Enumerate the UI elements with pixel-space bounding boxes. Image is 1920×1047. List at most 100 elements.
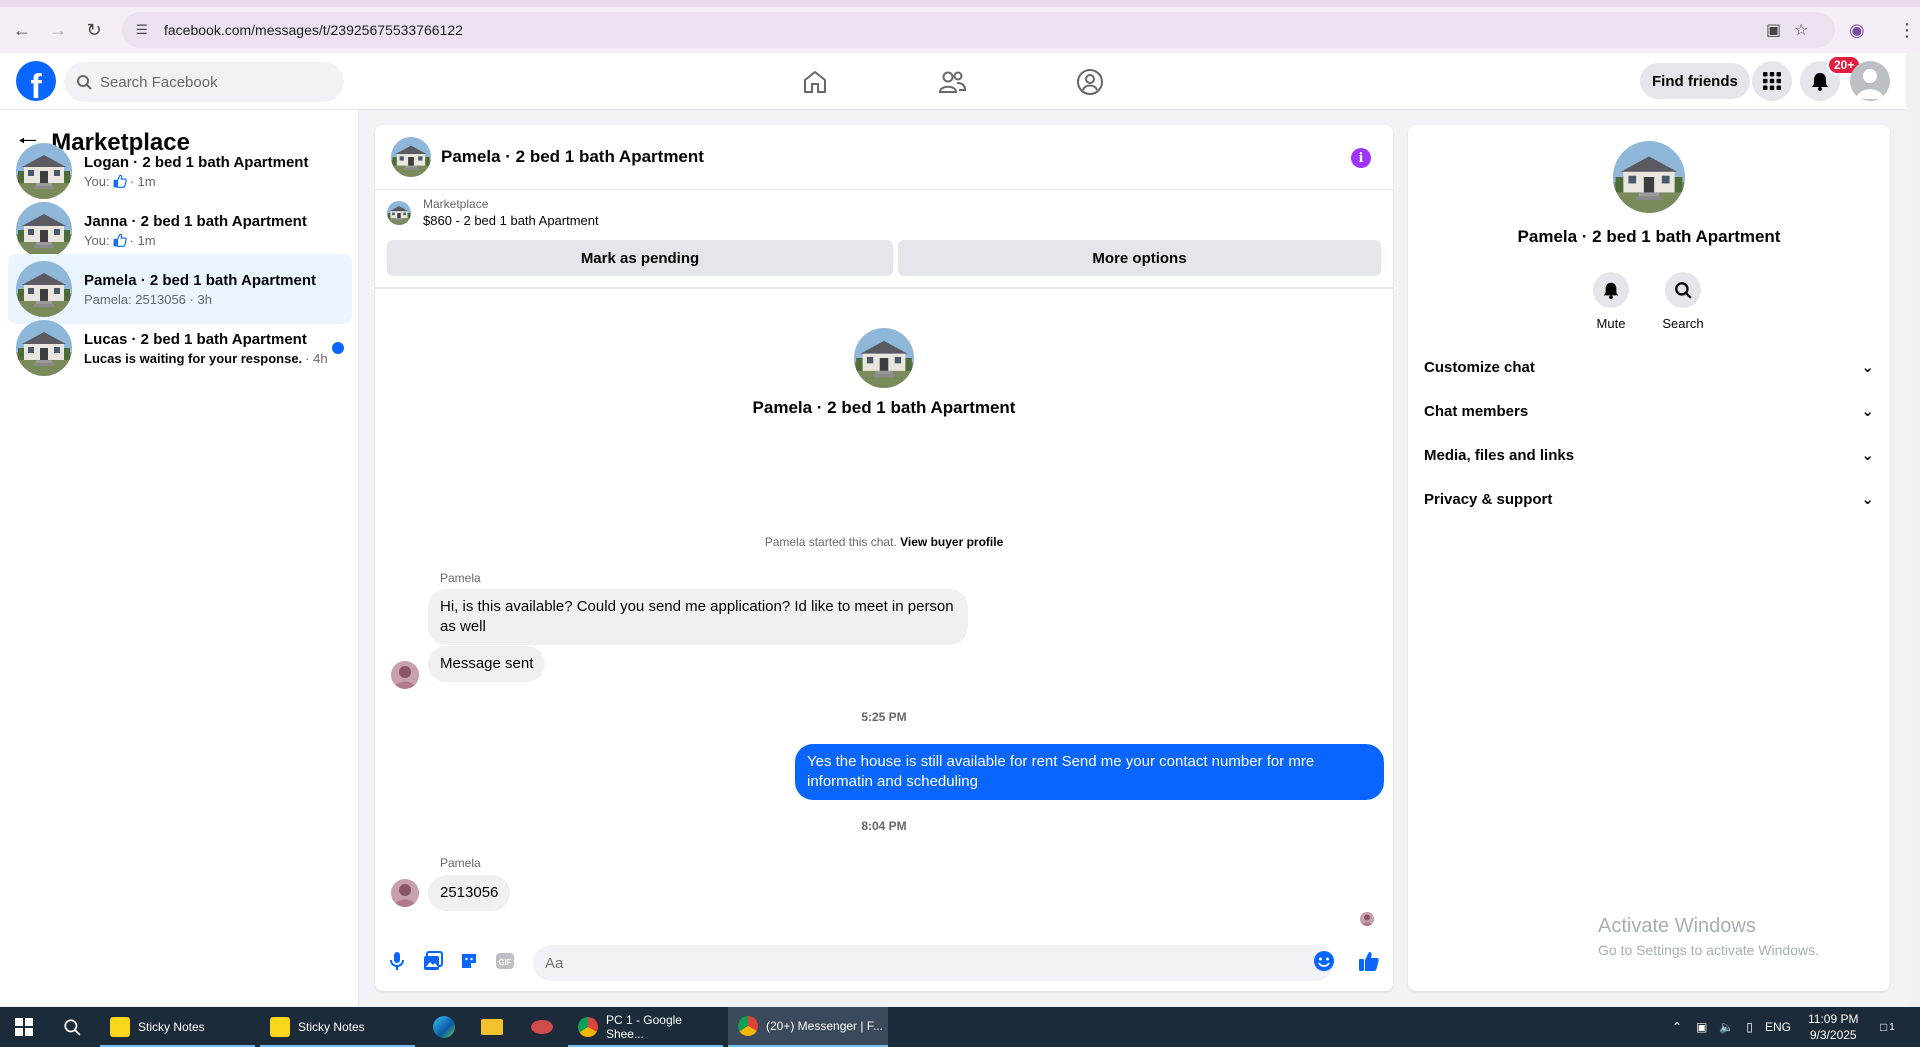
accordion-media-files[interactable]: Media, files and links ⌄ [1424,433,1874,477]
microphone-icon[interactable] [385,949,409,973]
my-message-bubble[interactable]: Yes the house is still available for ren… [795,744,1384,800]
volume-icon[interactable]: 🔈 [1719,1020,1734,1034]
activate-windows-watermark: Activate Windows Go to Settings to activ… [1598,915,1819,958]
listing-label: Marketplace [423,197,489,211]
address-bar[interactable]: ☰ facebook.com/messages/t/23925675533766… [122,12,1835,48]
conversation-text: Logan · 2 bed 1 bath Apartment You: · 1m [84,154,308,189]
conversation-preview: You: · 1m [84,233,307,248]
accordion-customize-chat[interactable]: Customize chat ⌄ [1424,345,1874,389]
preview-time: · 1m [129,232,156,248]
sticky-notes-icon [270,1017,290,1037]
page-scrollbar[interactable] [1906,53,1920,1007]
taskbar-chrome-sheets[interactable]: PC 1 - Google Shee... [568,1007,723,1047]
home-nav[interactable] [785,53,845,110]
mute-action[interactable]: Mute [1581,272,1641,331]
profile-icon[interactable]: ◉ [1849,20,1865,41]
conversation-thumbnail [16,261,72,317]
taskbar-chrome-messenger[interactable]: (20+) Messenger | F... [728,1007,888,1047]
listing-thumbnail[interactable] [391,137,431,177]
accordion-label: Privacy & support [1424,490,1553,508]
conversation-thumbnail [16,202,72,258]
menu-button[interactable] [1752,61,1792,101]
find-friends-button[interactable]: Find friends [1640,63,1750,99]
account-avatar[interactable] [1850,61,1890,101]
mark-as-pending-button[interactable]: Mark as pending [387,240,893,276]
friends-nav[interactable] [922,53,982,110]
message-input[interactable] [545,954,1285,972]
site-settings-icon[interactable]: ☰ [132,20,152,40]
bookmark-star-icon[interactable]: ☆ [1794,20,1808,40]
mute-button[interactable] [1593,272,1629,308]
taskbar-sticky-notes-1[interactable]: Sticky Notes [100,1007,255,1047]
preview-prefix: You: [84,232,110,248]
preview-text: Pamela: 2513056 · 3h [84,291,212,307]
more-options-button[interactable]: More options [898,240,1381,276]
chrome-icon [738,1016,758,1036]
browser-menu-icon[interactable]: ⋮ [1898,20,1916,41]
accordion-label: Customize chat [1424,358,1535,376]
back-icon[interactable]: ← [8,16,36,44]
taskbar-sticky-notes-2[interactable]: Sticky Notes [260,1007,415,1047]
listing-summary[interactable]: Marketplace $860 - 2 bed 1 bath Apartmen… [387,197,599,228]
url-text[interactable]: facebook.com/messages/t/2392567553376612… [164,22,463,38]
taskbar-edge[interactable] [420,1007,468,1047]
conversation-name: Logan · 2 bed 1 bath Apartment [84,153,309,171]
friends-icon [938,71,966,93]
info-icon[interactable]: i [1351,148,1371,168]
groups-nav[interactable] [1060,53,1120,110]
chat-profile-thumbnail[interactable] [854,328,914,388]
chat-started-note: Pamela started this chat. View buyer pro… [375,535,1393,549]
grid-menu-icon [1763,72,1781,90]
watermark-title: Activate Windows [1598,915,1756,937]
accordion-label: Chat members [1424,402,1529,420]
divider [375,287,1393,289]
like-thumb-icon[interactable] [1357,949,1381,973]
accordion-privacy-support[interactable]: Privacy & support ⌄ [1424,477,1874,521]
chat-title[interactable]: Pamela · 2 bed 1 bath Apartment [441,147,704,167]
emoji-icon[interactable] [1312,949,1336,973]
taskbar-file-explorer[interactable] [468,1007,516,1047]
install-icon[interactable]: ▣ [1766,20,1781,40]
message-bubble[interactable]: Hi, is this available? Could you send me… [428,589,968,645]
facebook-logo-icon[interactable]: f [16,61,56,101]
sender-avatar[interactable] [391,879,419,907]
chevron-down-icon: ⌄ [1861,447,1874,464]
language-indicator[interactable]: ENG [1765,1020,1791,1034]
battery-icon[interactable]: ▯ [1746,1020,1753,1034]
conversation-item[interactable]: Lucas · 2 bed 1 bath Apartment Lucas is w… [8,313,352,383]
details-thumbnail[interactable] [1613,141,1685,213]
unread-dot [332,342,344,354]
network-icon[interactable]: ▣ [1696,1020,1707,1034]
search-action[interactable]: Search [1653,272,1713,331]
accordion-chat-members[interactable]: Chat members ⌄ [1424,389,1874,433]
taskbar-app[interactable] [518,1007,566,1047]
photo-icon[interactable] [421,949,445,973]
facebook-search[interactable] [64,62,344,102]
taskbar-clock[interactable]: 11:09 PM 9/3/2025 [1808,1011,1858,1043]
forward-icon[interactable]: → [44,16,72,44]
chevron-down-icon: ⌄ [1861,403,1874,420]
gif-icon[interactable]: GIF [493,949,517,973]
message-input-box[interactable] [533,945,1333,981]
taskbar-search-button[interactable] [48,1007,96,1047]
listing-mini-thumbnail [387,200,411,225]
start-button[interactable] [0,1007,48,1047]
message-bubble[interactable]: 2513056 [428,875,511,911]
started-text: Pamela started this chat. [764,535,897,549]
search-input[interactable] [100,73,320,91]
chrome-icon [578,1017,598,1037]
chevron-up-icon[interactable]: ⌃ [1672,1020,1682,1034]
preview-text: Lucas is waiting for your response. [84,350,303,366]
reload-icon[interactable]: ↻ [80,16,108,44]
sender-avatar[interactable] [391,661,419,689]
message-bubble[interactable]: Message sent [428,646,546,682]
sticker-icon[interactable] [457,949,481,973]
view-buyer-profile-link[interactable]: View buyer profile [900,535,1003,549]
chevron-down-icon: ⌄ [1861,359,1874,376]
action-center-button[interactable]: □ 1 [1880,1007,1895,1047]
folder-icon [481,1019,503,1035]
details-name: Pamela · 2 bed 1 bath Apartment [1517,227,1781,246]
search-button[interactable] [1665,272,1701,308]
conversation-thumbnail [16,143,72,199]
chat-profile-name: Pamela · 2 bed 1 bath Apartment [752,398,1016,417]
